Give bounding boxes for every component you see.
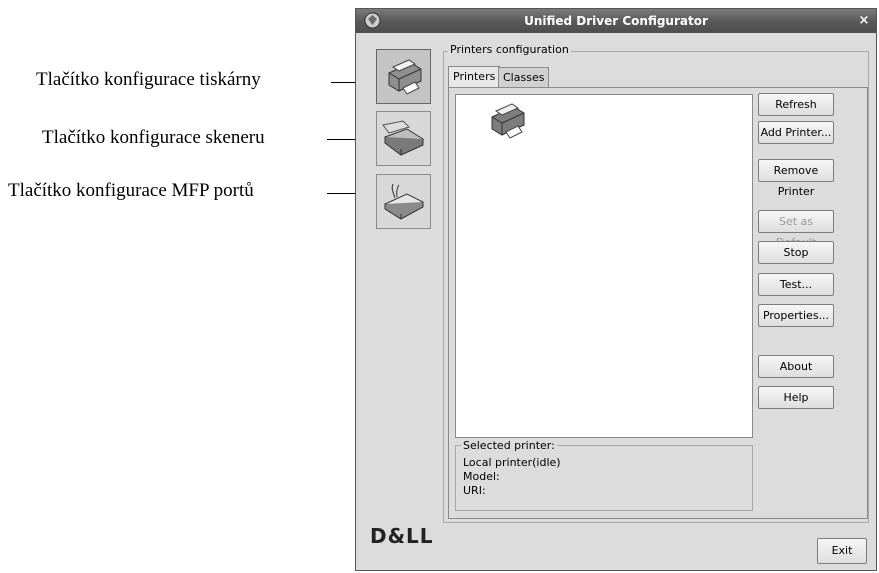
close-icon[interactable]: × [856, 13, 872, 28]
printer-list[interactable] [455, 94, 753, 438]
callout-printer-config: Tlačítko konfigurace tiskárny [36, 69, 261, 90]
printer-config-button[interactable] [376, 49, 431, 104]
add-printer-button[interactable]: Add Printer... [758, 121, 834, 144]
dell-logo: D&LL [370, 524, 434, 548]
selected-printer-uri: URI: [463, 484, 486, 497]
selected-printer-status: Local printer(idle) [463, 456, 561, 469]
scanner-config-button[interactable] [376, 111, 431, 166]
test-button[interactable]: Test... [758, 273, 834, 296]
configurator-window: Unified Driver Configurator × Printers c… [355, 8, 877, 571]
help-button[interactable]: Help [758, 386, 834, 409]
set-as-default-button[interactable]: Set as Default [758, 210, 834, 249]
refresh-button[interactable]: Refresh [758, 93, 834, 116]
callout-mfp-config: Tlačítko konfigurace MFP portů [8, 180, 254, 201]
tab-printers[interactable]: Printers [448, 66, 501, 88]
stop-button[interactable]: Stop [758, 241, 834, 264]
scanner-icon [381, 119, 424, 156]
remove-printer-button[interactable]: Remove Printer [758, 159, 834, 198]
mfp-port-icon [383, 183, 424, 220]
properties-button[interactable]: Properties... [758, 304, 834, 327]
mfp-port-config-button[interactable] [376, 174, 431, 229]
exit-button[interactable]: Exit [817, 538, 867, 564]
group-title: Printers configuration [448, 43, 571, 56]
tab-classes[interactable]: Classes [498, 67, 550, 87]
app-icon [364, 12, 381, 29]
selected-printer-model: Model: [463, 470, 500, 483]
about-button[interactable]: About [758, 355, 834, 378]
window-title: Unified Driver Configurator [524, 14, 708, 28]
callout-scanner-config: Tlačítko konfigurace skeneru [42, 127, 265, 148]
title-bar: Unified Driver Configurator × [356, 9, 876, 33]
printer-icon [491, 103, 525, 139]
printer-list-item[interactable] [486, 101, 530, 147]
printer-icon [388, 58, 421, 95]
tab-pane: Selected printer: Local printer(idle) Mo… [448, 87, 868, 519]
selected-printer-title: Selected printer: [461, 439, 557, 452]
